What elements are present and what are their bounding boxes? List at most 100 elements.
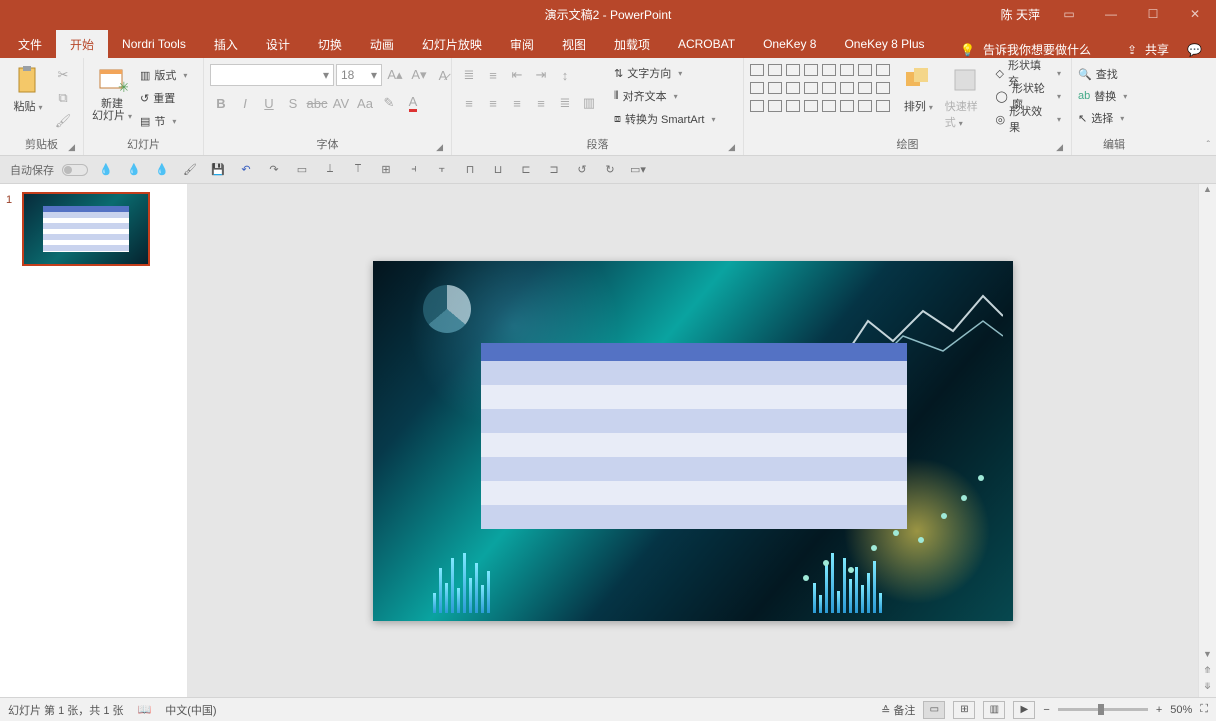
arrange-button[interactable]: 排列: [898, 60, 939, 114]
fit-window-icon[interactable]: ⛶: [1200, 703, 1208, 716]
spacing-icon[interactable]: AV: [330, 92, 352, 114]
share-button[interactable]: 共享: [1145, 41, 1169, 58]
font-size-combo[interactable]: 18▾: [336, 64, 382, 86]
qat-btn-f[interactable]: ⫟: [432, 160, 452, 180]
tab-review[interactable]: 审阅: [496, 30, 548, 58]
qat-btn-d[interactable]: ⊞: [376, 160, 396, 180]
qat-btn-a[interactable]: ▭: [292, 160, 312, 180]
clipboard-launcher[interactable]: ◢: [68, 142, 75, 153]
qat-btn-l[interactable]: ↻: [600, 160, 620, 180]
close-icon[interactable]: ✕: [1182, 4, 1208, 24]
notes-button[interactable]: ≙ 备注: [881, 702, 915, 718]
tab-addin[interactable]: 加载项: [600, 30, 664, 58]
autosave-toggle[interactable]: [62, 164, 88, 176]
sorter-view-icon[interactable]: ⊞: [953, 701, 975, 719]
qat-btn-c[interactable]: ⟙: [348, 160, 368, 180]
slide-counter[interactable]: 幻灯片 第 1 张，共 1 张: [8, 702, 124, 718]
comments-icon[interactable]: 💬: [1187, 43, 1202, 57]
smartart-button[interactable]: ⧈转换为 SmartArt: [610, 108, 719, 130]
scroll-down-icon[interactable]: ▼: [1199, 649, 1216, 665]
quickstyle-button[interactable]: 快速样式: [945, 60, 986, 130]
font-launcher[interactable]: ◢: [436, 142, 443, 153]
reading-view-icon[interactable]: ▥: [983, 701, 1005, 719]
shape-effect-button[interactable]: ◎形状效果: [992, 108, 1065, 130]
slideshow-view-icon[interactable]: ▶: [1013, 701, 1035, 719]
qat-btn-k[interactable]: ↺: [572, 160, 592, 180]
bold-icon[interactable]: B: [210, 92, 232, 114]
tab-design[interactable]: 设计: [252, 30, 304, 58]
prev-slide-icon[interactable]: ⤊: [1199, 665, 1216, 681]
paragraph-launcher[interactable]: ◢: [728, 142, 735, 153]
maximize-icon[interactable]: ☐: [1140, 4, 1166, 24]
slide-canvas[interactable]: [188, 184, 1198, 697]
zoom-out-icon[interactable]: −: [1043, 704, 1049, 716]
normal-view-icon[interactable]: ▭: [923, 701, 945, 719]
shapes-gallery[interactable]: [750, 60, 892, 116]
clear-format-icon[interactable]: A̷: [432, 64, 454, 86]
align-right-icon[interactable]: ≡: [506, 92, 528, 114]
zoom-slider[interactable]: [1058, 708, 1148, 711]
paste-button[interactable]: 粘贴: [6, 60, 50, 114]
select-button[interactable]: ↖选择: [1078, 108, 1127, 128]
tab-view[interactable]: 视图: [548, 30, 600, 58]
brush-icon[interactable]: 🖌: [180, 160, 200, 180]
tab-insert[interactable]: 插入: [200, 30, 252, 58]
next-slide-icon[interactable]: ⤋: [1199, 681, 1216, 697]
copy-icon[interactable]: ⧉: [52, 87, 74, 109]
slide-panel[interactable]: 1: [0, 184, 188, 697]
distribute-icon[interactable]: ≣: [554, 92, 576, 114]
find-button[interactable]: 🔍查找: [1078, 64, 1127, 84]
eyedropper1-icon[interactable]: 💧: [96, 160, 116, 180]
indent-inc-icon[interactable]: ⇥: [530, 64, 552, 86]
drawing-launcher[interactable]: ◢: [1056, 142, 1063, 153]
eyedropper2-icon[interactable]: 💧: [124, 160, 144, 180]
tab-onekey8plus[interactable]: OneKey 8 Plus: [830, 30, 938, 58]
zoom-in-icon[interactable]: +: [1156, 704, 1162, 716]
new-slide-button[interactable]: ✳ 新建 幻灯片: [90, 60, 134, 122]
qat-btn-i[interactable]: ⊏: [516, 160, 536, 180]
user-name[interactable]: 陈 天萍: [1001, 6, 1040, 23]
decrease-font-icon[interactable]: A▾: [408, 64, 430, 86]
align-left-icon[interactable]: ≡: [458, 92, 480, 114]
scroll-up-icon[interactable]: ▲: [1199, 184, 1216, 200]
indent-dec-icon[interactable]: ⇤: [506, 64, 528, 86]
qat-btn-j[interactable]: ⊐: [544, 160, 564, 180]
text-direction-button[interactable]: ⇅文字方向: [610, 62, 719, 84]
fontcolor-icon[interactable]: A: [402, 92, 424, 114]
replace-button[interactable]: ab替换: [1078, 86, 1127, 106]
qat-btn-h[interactable]: ⊔: [488, 160, 508, 180]
minimize-icon[interactable]: —: [1098, 4, 1124, 24]
tellme-input[interactable]: 告诉我你想要做什么: [983, 41, 1091, 58]
vertical-scrollbar[interactable]: ▲ ▼ ⤊ ⤋: [1198, 184, 1216, 697]
format-painter-icon[interactable]: 🖌: [52, 110, 74, 132]
section-button[interactable]: ▤节: [136, 110, 191, 132]
columns-icon[interactable]: ▥: [578, 92, 600, 114]
eyedropper3-icon[interactable]: 💧: [152, 160, 172, 180]
collapse-ribbon-icon[interactable]: ˆ: [1207, 140, 1210, 151]
save-icon[interactable]: 💾: [208, 160, 228, 180]
shadow-icon[interactable]: S: [282, 92, 304, 114]
align-text-button[interactable]: ⫴对齐文本: [610, 85, 719, 107]
justify-icon[interactable]: ≡: [530, 92, 552, 114]
tab-nordri[interactable]: Nordri Tools: [108, 30, 200, 58]
bullets-icon[interactable]: ≣: [458, 64, 480, 86]
slide-table[interactable]: [481, 343, 907, 529]
qat-btn-g[interactable]: ⊓: [460, 160, 480, 180]
undo-icon[interactable]: ↶: [236, 160, 256, 180]
reset-button[interactable]: ↺重置: [136, 87, 191, 109]
slide[interactable]: [373, 261, 1013, 621]
align-center-icon[interactable]: ≡: [482, 92, 504, 114]
slide-thumbnail[interactable]: [22, 192, 150, 266]
tab-animation[interactable]: 动画: [356, 30, 408, 58]
linespacing-icon[interactable]: ↕: [554, 64, 576, 86]
changecase-icon[interactable]: Aa: [354, 92, 376, 114]
font-family-combo[interactable]: ▾: [210, 64, 334, 86]
qat-btn-b[interactable]: ⟘: [320, 160, 340, 180]
strike-icon[interactable]: abc: [306, 92, 328, 114]
zoom-percent[interactable]: 50%: [1170, 704, 1192, 716]
redo-icon[interactable]: ↷: [264, 160, 284, 180]
tab-file[interactable]: 文件: [4, 30, 56, 58]
highlight-icon[interactable]: ✎: [378, 92, 400, 114]
tab-home[interactable]: 开始: [56, 30, 108, 58]
italic-icon[interactable]: I: [234, 92, 256, 114]
